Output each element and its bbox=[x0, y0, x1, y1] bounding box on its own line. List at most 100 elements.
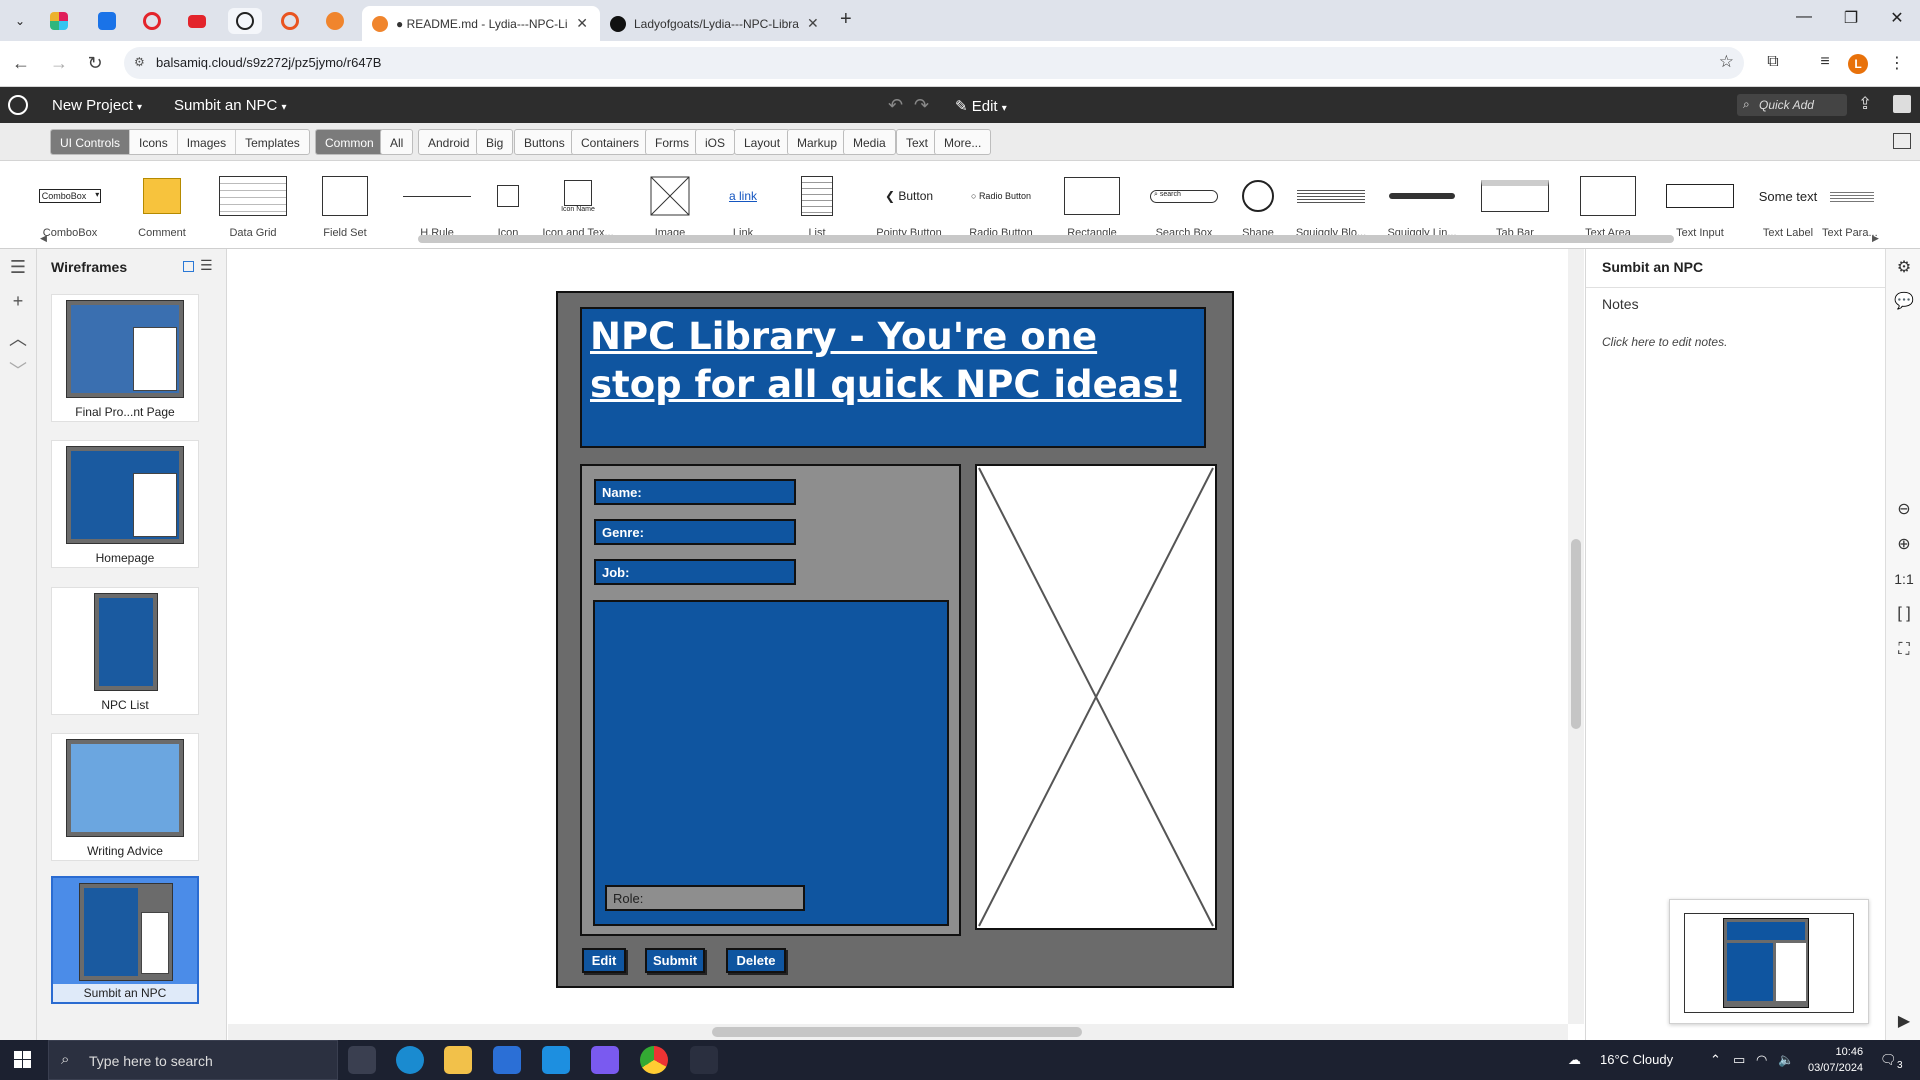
app-launcher-icon[interactable] bbox=[690, 1046, 718, 1074]
page-menu[interactable]: Sumbit an NPC ▾ bbox=[174, 97, 287, 114]
npc-form-container[interactable]: Name: Genre: Job: Role: bbox=[580, 464, 961, 936]
scroll-left-icon[interactable]: ◀ bbox=[40, 233, 47, 244]
component-squiggly-block[interactable]: Squiggly Blo... bbox=[1286, 171, 1376, 241]
category-common[interactable]: Common bbox=[316, 130, 383, 154]
category-forms[interactable]: Forms bbox=[646, 130, 698, 154]
task-view-icon[interactable] bbox=[348, 1046, 376, 1074]
category-more[interactable]: More... bbox=[935, 130, 990, 154]
category-containers[interactable]: Containers bbox=[572, 130, 648, 154]
minimize-window-icon[interactable]: — bbox=[1789, 8, 1819, 26]
volume-icon[interactable]: 🔈 bbox=[1778, 1052, 1794, 1068]
component-text-paragraph[interactable]: Text Para... bbox=[1822, 171, 1882, 241]
role-field[interactable]: Role: bbox=[605, 885, 805, 911]
component-radio-button[interactable]: ○ Radio Button Radio Button bbox=[956, 171, 1046, 241]
redo-icon[interactable]: ↷ bbox=[914, 95, 929, 116]
component-pointy-button[interactable]: ❮ Button Pointy Button bbox=[864, 171, 954, 241]
close-window-icon[interactable]: ✕ bbox=[1882, 8, 1912, 28]
move-up-icon[interactable]: ︿ bbox=[8, 325, 28, 351]
category-markup[interactable]: Markup bbox=[788, 130, 846, 154]
wireframes-list-icon[interactable]: ☰ bbox=[8, 257, 28, 278]
back-arrow-icon[interactable]: ← bbox=[10, 53, 32, 74]
navigator-minimap[interactable] bbox=[1669, 899, 1869, 1024]
genre-field[interactable]: Genre: bbox=[594, 519, 796, 545]
zoom-in-icon[interactable]: ⊕ bbox=[1893, 534, 1915, 554]
wireframe-thumb-writing-advice[interactable]: Writing Advice bbox=[51, 733, 199, 861]
reload-icon[interactable]: ↻ bbox=[84, 53, 106, 74]
category-text[interactable]: Text bbox=[897, 130, 937, 154]
category-android[interactable]: Android bbox=[419, 130, 478, 154]
canvas-vertical-scroll-thumb[interactable] bbox=[1571, 539, 1581, 729]
close-tab-icon[interactable]: ✕ bbox=[576, 15, 588, 32]
close-tab-icon[interactable]: ✕ bbox=[807, 15, 819, 32]
component-text-area[interactable]: Text Area bbox=[1563, 171, 1653, 241]
share-icon[interactable]: ⇪ bbox=[1858, 94, 1872, 114]
mail-icon[interactable] bbox=[542, 1046, 570, 1074]
play-presentation-icon[interactable]: ▶ bbox=[1893, 1011, 1915, 1031]
npc-submit-mockup[interactable]: NPC Library - You're one stop for all qu… bbox=[556, 291, 1234, 988]
undo-icon[interactable]: ↶ bbox=[888, 95, 903, 116]
component-text-label[interactable]: Some text Text Label bbox=[1743, 171, 1833, 241]
pinned-tab-gitpod[interactable] bbox=[318, 8, 352, 34]
component-list[interactable]: List bbox=[772, 171, 862, 241]
microsoft-store-icon[interactable] bbox=[493, 1046, 521, 1074]
add-wireframe-icon[interactable]: + bbox=[8, 291, 28, 312]
pinned-tab-opera[interactable] bbox=[135, 8, 169, 34]
component-data-grid[interactable]: Data Grid bbox=[208, 171, 298, 241]
name-field[interactable]: Name: bbox=[594, 479, 796, 505]
media-controls-icon[interactable]: ≡ bbox=[1814, 53, 1836, 71]
npc-image-placeholder[interactable] bbox=[975, 464, 1217, 930]
tab-github[interactable]: Ladyofgoats/Lydia---NPC-Libra ✕ bbox=[600, 6, 830, 41]
tray-overflow-chevron-icon[interactable]: ⌃ bbox=[1710, 1052, 1721, 1068]
extensions-puzzle-icon[interactable]: ⧉ bbox=[1762, 53, 1784, 71]
tab-templates[interactable]: Templates bbox=[236, 130, 309, 154]
thumbnail-view-icon[interactable] bbox=[183, 261, 194, 272]
wifi-icon[interactable]: ◠ bbox=[1756, 1052, 1767, 1068]
job-field[interactable]: Job: bbox=[594, 559, 796, 585]
address-bar[interactable]: ⚙ balsamiq.cloud/s9z272j/pz5jymo/r647B ☆ bbox=[124, 47, 1744, 79]
discord-icon[interactable] bbox=[591, 1046, 619, 1074]
browser-menu-icon[interactable]: ⋮ bbox=[1886, 53, 1908, 73]
component-rectangle[interactable]: Rectangle bbox=[1047, 171, 1137, 241]
tab-ui-controls[interactable]: UI Controls bbox=[51, 130, 131, 154]
bookmark-star-icon[interactable]: ☆ bbox=[1719, 52, 1734, 72]
comments-icon[interactable]: 💬 bbox=[1893, 291, 1915, 311]
component-text-input[interactable]: Text Input bbox=[1655, 171, 1745, 241]
pinned-tab-youtube[interactable] bbox=[180, 8, 214, 34]
wireframe-thumb-homepage[interactable]: Homepage bbox=[51, 440, 199, 568]
component-comment[interactable]: Comment bbox=[117, 171, 207, 241]
delete-button[interactable]: Delete bbox=[726, 948, 786, 973]
scroll-right-icon[interactable]: ▶ bbox=[1872, 233, 1879, 244]
tab-search-chevron-icon[interactable]: ⌄ bbox=[8, 10, 32, 32]
category-ios[interactable]: iOS bbox=[696, 130, 734, 154]
actual-size-button[interactable]: 1:1 bbox=[1893, 571, 1915, 587]
user-account-icon[interactable] bbox=[1893, 95, 1911, 113]
category-big[interactable]: Big bbox=[477, 130, 512, 154]
component-field-set[interactable]: Field Set bbox=[300, 171, 390, 241]
category-all[interactable]: All bbox=[381, 130, 412, 154]
restore-window-icon[interactable]: ❐ bbox=[1836, 8, 1866, 28]
taskbar-search-box[interactable]: ⌕ Type here to search bbox=[48, 1040, 338, 1080]
move-down-icon[interactable]: ﹀ bbox=[8, 357, 28, 383]
edit-mode-menu[interactable]: ✎ Edit ▾ bbox=[955, 97, 1007, 115]
panel-toggle-icon[interactable] bbox=[1893, 133, 1911, 149]
zoom-out-icon[interactable]: ⊖ bbox=[1893, 499, 1915, 519]
description-text-area[interactable]: Role: bbox=[593, 600, 949, 926]
pinned-tab-ubuntu[interactable] bbox=[273, 8, 307, 34]
component-combobox[interactable]: ComboBox ▾ ComboBox bbox=[25, 171, 115, 241]
tab-icons[interactable]: Icons bbox=[130, 130, 178, 154]
windows-start-icon[interactable] bbox=[14, 1051, 31, 1068]
component-tab-bar[interactable]: Tab Bar bbox=[1470, 171, 1560, 241]
wireframe-thumb-npc-list[interactable]: NPC List bbox=[51, 587, 199, 715]
weather-cloud-icon[interactable]: ☁ bbox=[1568, 1052, 1581, 1068]
tab-images[interactable]: Images bbox=[178, 130, 237, 154]
wireframe-thumb-submit-npc[interactable]: Sumbit an NPC bbox=[51, 876, 199, 1004]
fit-screen-icon[interactable]: ⛶ bbox=[1893, 641, 1915, 659]
quick-add-input[interactable]: ⌕ Quick Add bbox=[1737, 94, 1847, 116]
category-buttons[interactable]: Buttons bbox=[515, 130, 574, 154]
system-clock[interactable]: 10:46 03/07/2024 bbox=[1808, 1044, 1863, 1076]
submit-button[interactable]: Submit bbox=[645, 948, 705, 973]
list-view-icon[interactable]: ☰ bbox=[200, 257, 213, 274]
component-icon-and-text[interactable]: Icon Name Icon and Tex... bbox=[533, 171, 623, 241]
file-explorer-icon[interactable] bbox=[444, 1046, 472, 1074]
component-strip-scrollbar[interactable] bbox=[418, 235, 1674, 243]
